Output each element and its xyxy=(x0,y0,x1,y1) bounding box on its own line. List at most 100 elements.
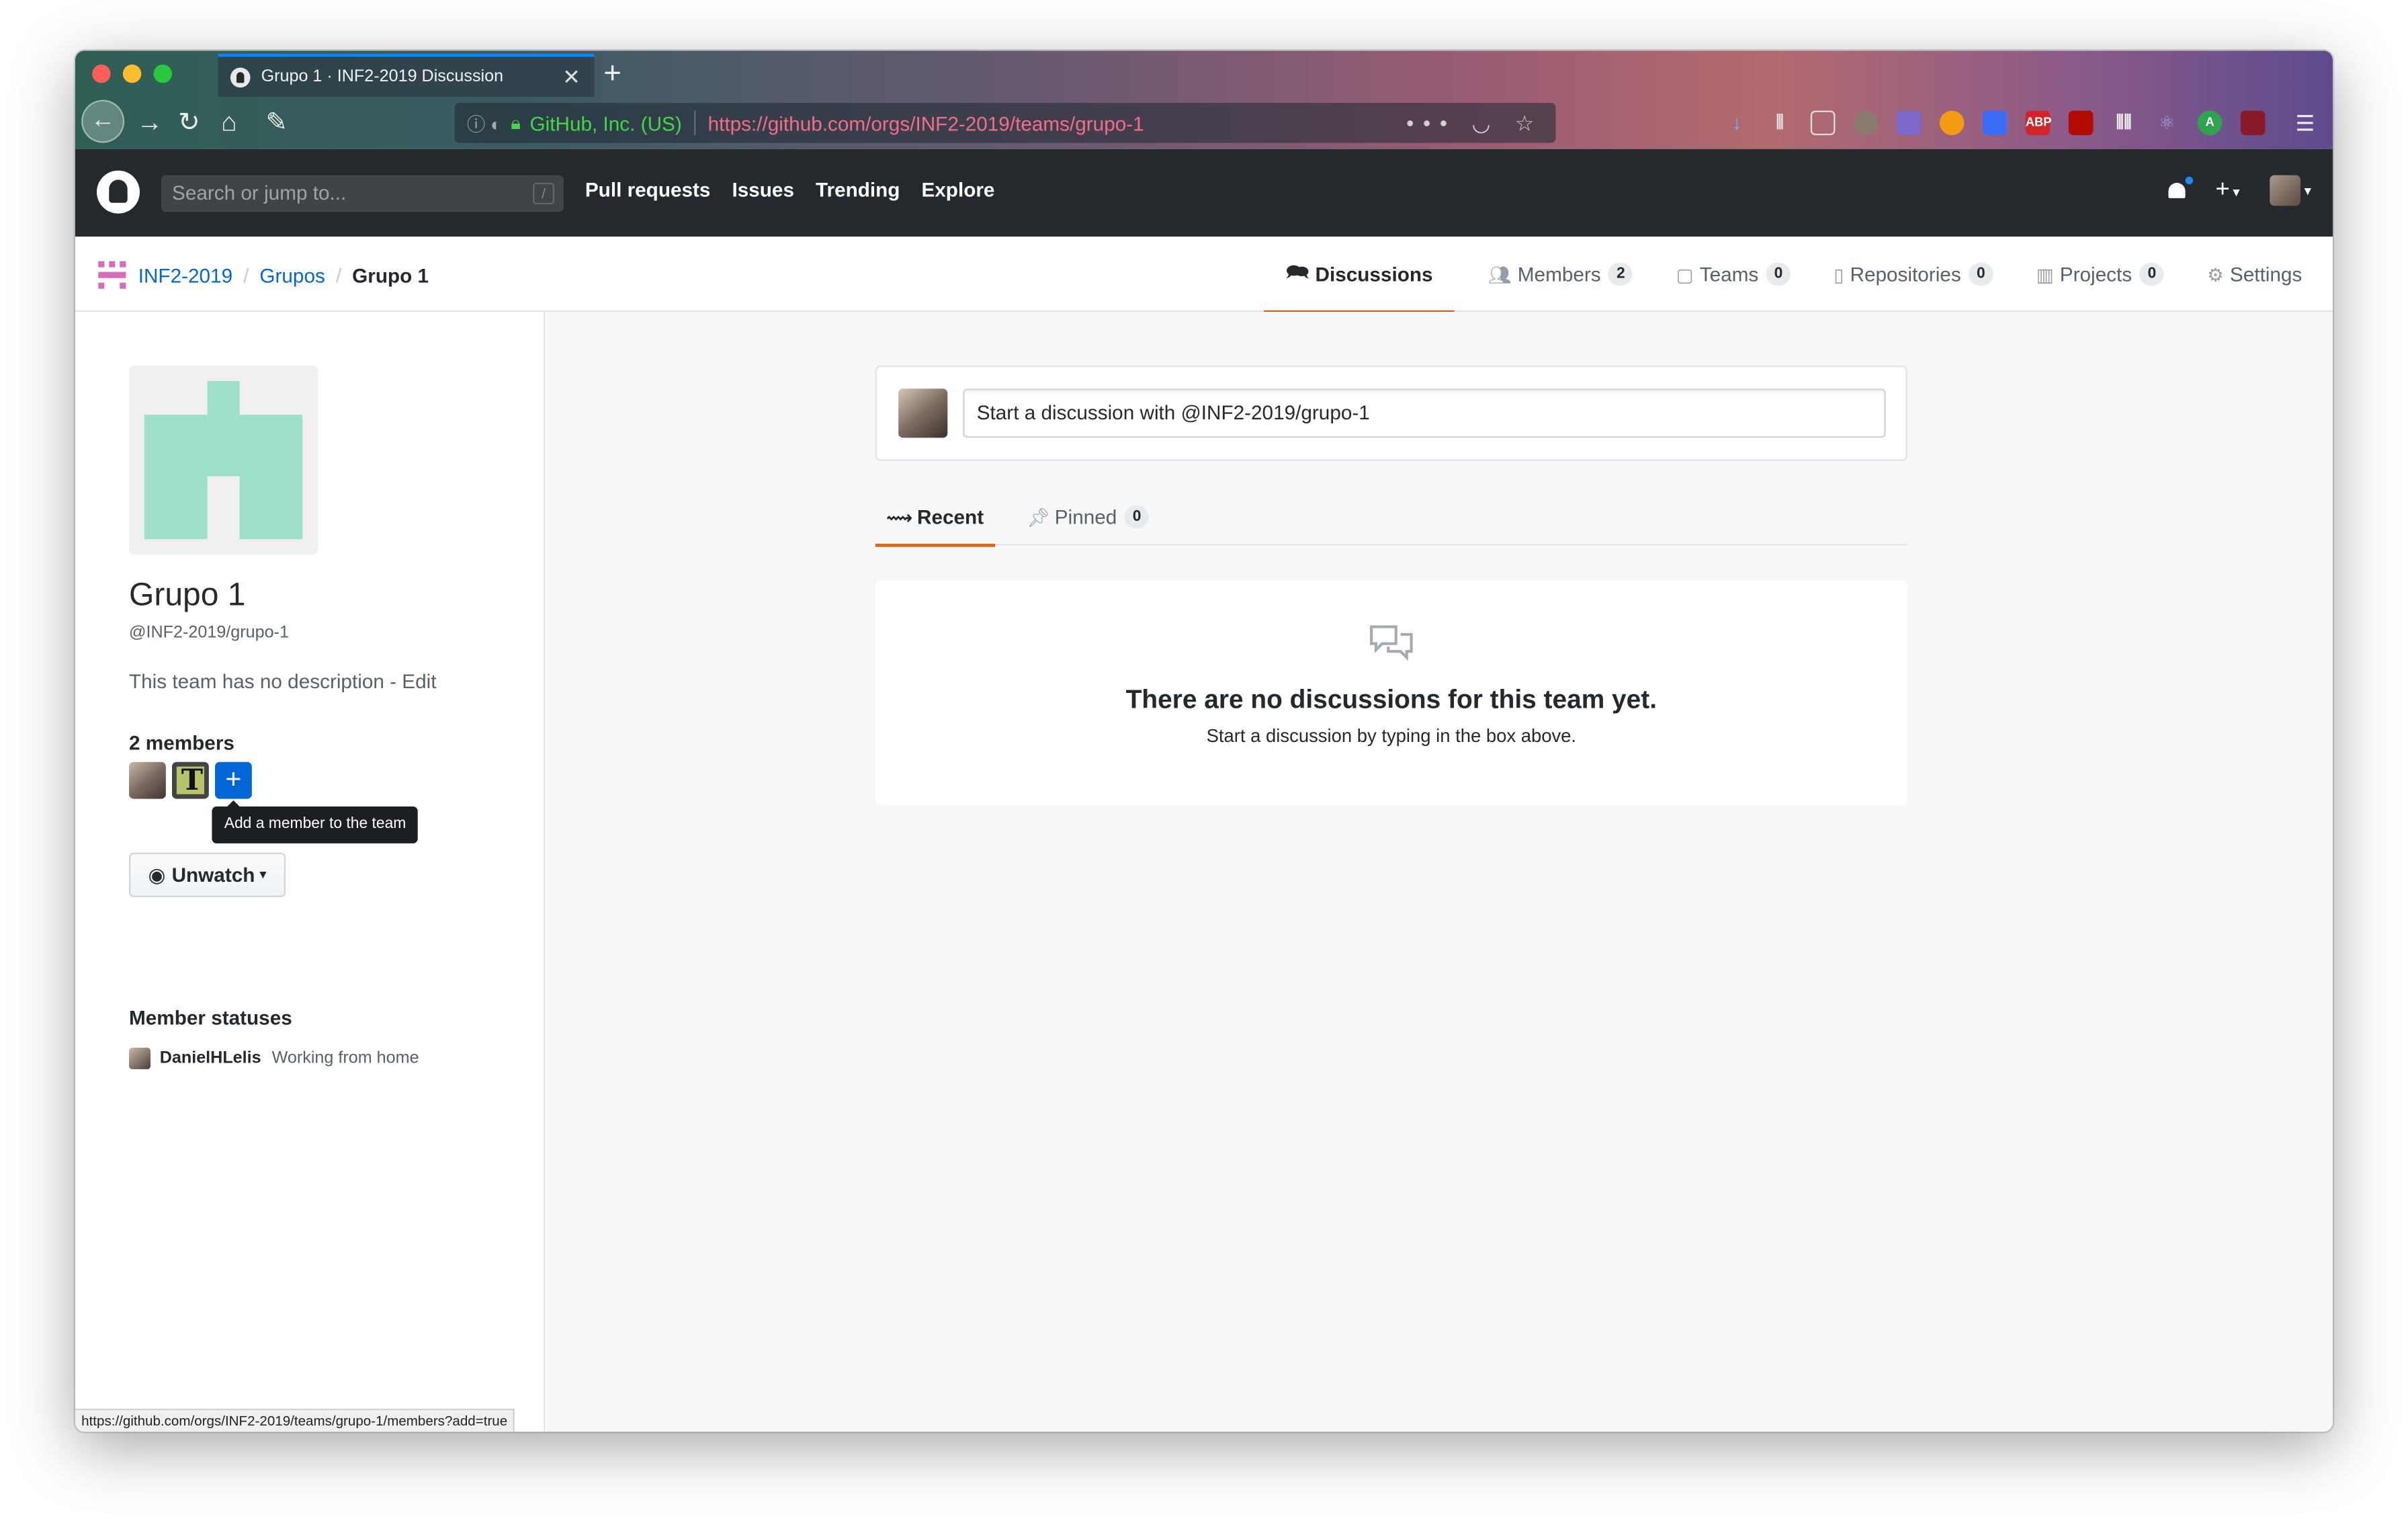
forward-arrow-icon[interactable]: → xyxy=(136,103,163,142)
download-icon[interactable]: ↓ xyxy=(1725,111,1750,136)
browser-chrome: Grupo 1 · INF2-2019 Discussion ✕ + ← → ↻… xyxy=(75,50,2333,149)
tab-label: Discussions xyxy=(1315,262,1433,286)
projects-counter: 0 xyxy=(2139,262,2165,286)
url-text[interactable]: https://github.com/orgs/INF2-2019/teams/… xyxy=(708,112,1144,134)
github-logo-icon[interactable] xyxy=(96,170,140,214)
hamburger-menu-icon[interactable]: ☰ xyxy=(2293,111,2318,136)
discussion-tabs: ⟿ Recent 📌︎ Pinned 0 xyxy=(875,489,1907,547)
team-description[interactable]: This team has no description - Edit xyxy=(129,670,436,693)
account-extension-icon[interactable]: A xyxy=(2197,110,2223,136)
blankslate-title: There are no discussions for this team y… xyxy=(1125,685,1658,714)
comment-discussion-icon xyxy=(1370,625,1413,661)
reload-icon[interactable]: ↻ xyxy=(178,103,200,142)
extension-toolbar: ↓ ⫼ ABP ⫼⫼ ⚛ A ☰ xyxy=(1715,103,2333,142)
adblock-icon[interactable]: ABP xyxy=(2025,110,2051,136)
search-hotkey-badge: / xyxy=(533,182,555,204)
tab-members[interactable]: 👥︎ Members 2 xyxy=(1467,237,1655,312)
tab-label: Pinned xyxy=(1054,505,1117,529)
new-tab-icon[interactable]: + xyxy=(603,57,621,93)
status-username[interactable]: DanielHLelis xyxy=(160,1049,261,1067)
search-input[interactable]: Search or jump to... / xyxy=(161,175,564,212)
repo-icon: ▯ xyxy=(1834,263,1844,285)
chevron-down-icon: ▾ xyxy=(259,866,267,882)
breadcrumb: INF2-2019 / Grupos / Grupo 1 xyxy=(98,261,429,289)
toolbar-extension-icon[interactable] xyxy=(2240,110,2266,136)
member-avatar[interactable] xyxy=(171,761,209,799)
unwatch-button[interactable]: ◉ Unwatch ▾ xyxy=(128,852,286,897)
tab-label: Settings xyxy=(2229,262,2303,286)
blankslate-subtitle: Start a discussion by typing in the box … xyxy=(1206,725,1577,747)
browser-tab-active[interactable]: Grupo 1 · INF2-2019 Discussion ✕ xyxy=(218,53,595,97)
search-placeholder: Search or jump to... xyxy=(171,181,347,204)
repositories-counter: 0 xyxy=(1969,262,1993,286)
nav-trending[interactable]: Trending xyxy=(816,178,900,201)
tab-projects[interactable]: ▥ Projects 0 xyxy=(2015,237,2186,312)
nav-explore[interactable]: Explore xyxy=(921,178,994,201)
github-favicon-icon xyxy=(230,67,251,87)
team-name: Grupo 1 xyxy=(128,577,246,613)
pdf-extension-icon[interactable] xyxy=(2068,110,2094,136)
nav-issues[interactable]: Issues xyxy=(732,178,794,201)
tab-label: Projects xyxy=(2059,262,2133,286)
library-icon[interactable]: ⫼ xyxy=(1768,111,1793,136)
wrench-icon[interactable]: ✎ xyxy=(265,103,288,142)
tab-teams[interactable]: ▢ Teams 0 xyxy=(1655,237,1813,312)
tab-discussions[interactable]: 🗪︎ Discussions xyxy=(1264,237,1454,314)
site-identity-label: GitHub, Inc. (US) xyxy=(529,111,682,134)
close-tab-icon[interactable]: ✕ xyxy=(562,64,580,90)
eye-icon: ◉ xyxy=(148,862,166,886)
members-count: 2 members xyxy=(128,731,234,755)
composer-avatar xyxy=(898,388,948,438)
tab-label: Recent xyxy=(917,505,984,529)
github-header: Search or jump to... / Pull requests Iss… xyxy=(75,149,2333,237)
sidebar-icon[interactable] xyxy=(1810,110,1836,136)
unread-dot xyxy=(2183,175,2194,186)
page-actions-icon[interactable]: ••• ◡ ☆ xyxy=(1406,110,1543,136)
tab-repositories[interactable]: ▯ Repositories 0 xyxy=(1812,237,2014,312)
pin-icon: 📌︎ xyxy=(1027,506,1050,528)
tab-label: Repositories xyxy=(1850,262,1961,286)
minimize-window-button[interactable] xyxy=(122,64,142,83)
discussion-input[interactable]: Start a discussion with @INF2-2019/grupo… xyxy=(963,388,1886,438)
jersey-icon: ▢ xyxy=(1676,263,1694,285)
infinity-extension-icon[interactable] xyxy=(1982,110,2008,136)
tab-settings[interactable]: ⚙ Settings xyxy=(2186,237,2333,312)
empty-discussions-blankslate: There are no discussions for this team y… xyxy=(875,580,1907,805)
add-member-tooltip: Add a member to the team xyxy=(212,800,419,843)
tab-recent[interactable]: ⟿ Recent xyxy=(875,489,994,547)
gear-icon: ⚙ xyxy=(2207,263,2224,285)
nav-pull-requests[interactable]: Pull requests xyxy=(585,178,711,201)
team-sidebar: Grupo 1 @INF2-2019/grupo-1 This team has… xyxy=(75,311,546,1432)
github-nav: Pull requests Issues Trending Explore xyxy=(585,178,1017,201)
org-avatar[interactable] xyxy=(98,261,126,289)
browser-toolbar: ← → ↻ ⌂ ✎ ⓘ ◐ 🔒︎ GitHub, Inc. (US) https… xyxy=(75,97,2333,149)
tab-label: Members xyxy=(1517,262,1601,286)
site-identity[interactable]: ⓘ ◐ 🔒︎ GitHub, Inc. (US) xyxy=(467,110,682,136)
browser-status-url: https://github.com/orgs/INF2-2019/teams/… xyxy=(75,1408,515,1432)
grid-extension-icon[interactable]: ⫼⫼ xyxy=(2112,111,2137,136)
gitlab-extension-icon[interactable] xyxy=(1896,110,1922,136)
notifications-bell-icon[interactable] xyxy=(2166,175,2194,201)
url-bar[interactable]: ⓘ ◐ 🔒︎ GitHub, Inc. (US) https://github.… xyxy=(454,103,1556,143)
tab-pinned[interactable]: 📌︎ Pinned 0 xyxy=(1016,489,1160,546)
profile-extension-icon[interactable] xyxy=(1853,110,1879,136)
member-status-row: DanielHLelis Working from home xyxy=(128,1047,419,1069)
url-divider xyxy=(694,110,696,136)
comment-discussion-icon: 🗪︎ xyxy=(1286,261,1309,283)
member-avatars: + xyxy=(128,761,252,799)
zoom-window-button[interactable] xyxy=(153,64,172,83)
unwatch-label: Unwatch xyxy=(171,863,255,886)
home-icon[interactable]: ⌂ xyxy=(221,103,236,142)
close-window-button[interactable] xyxy=(92,64,111,83)
add-member-button[interactable]: + xyxy=(214,761,252,799)
basketball-extension-icon[interactable] xyxy=(1939,110,1965,136)
create-new-button[interactable]: + ▾ xyxy=(2215,177,2239,204)
back-arrow-icon[interactable]: ← xyxy=(81,99,125,143)
breadcrumb-parent-link[interactable]: Grupos xyxy=(259,263,325,286)
status-avatar[interactable] xyxy=(128,1047,150,1069)
user-avatar[interactable] xyxy=(2270,175,2302,206)
page-actions-label: ••• xyxy=(1406,110,1457,134)
breadcrumb-org-link[interactable]: INF2-2019 xyxy=(138,263,232,286)
member-avatar[interactable] xyxy=(128,761,166,799)
react-devtools-icon[interactable]: ⚛ xyxy=(2155,111,2180,136)
